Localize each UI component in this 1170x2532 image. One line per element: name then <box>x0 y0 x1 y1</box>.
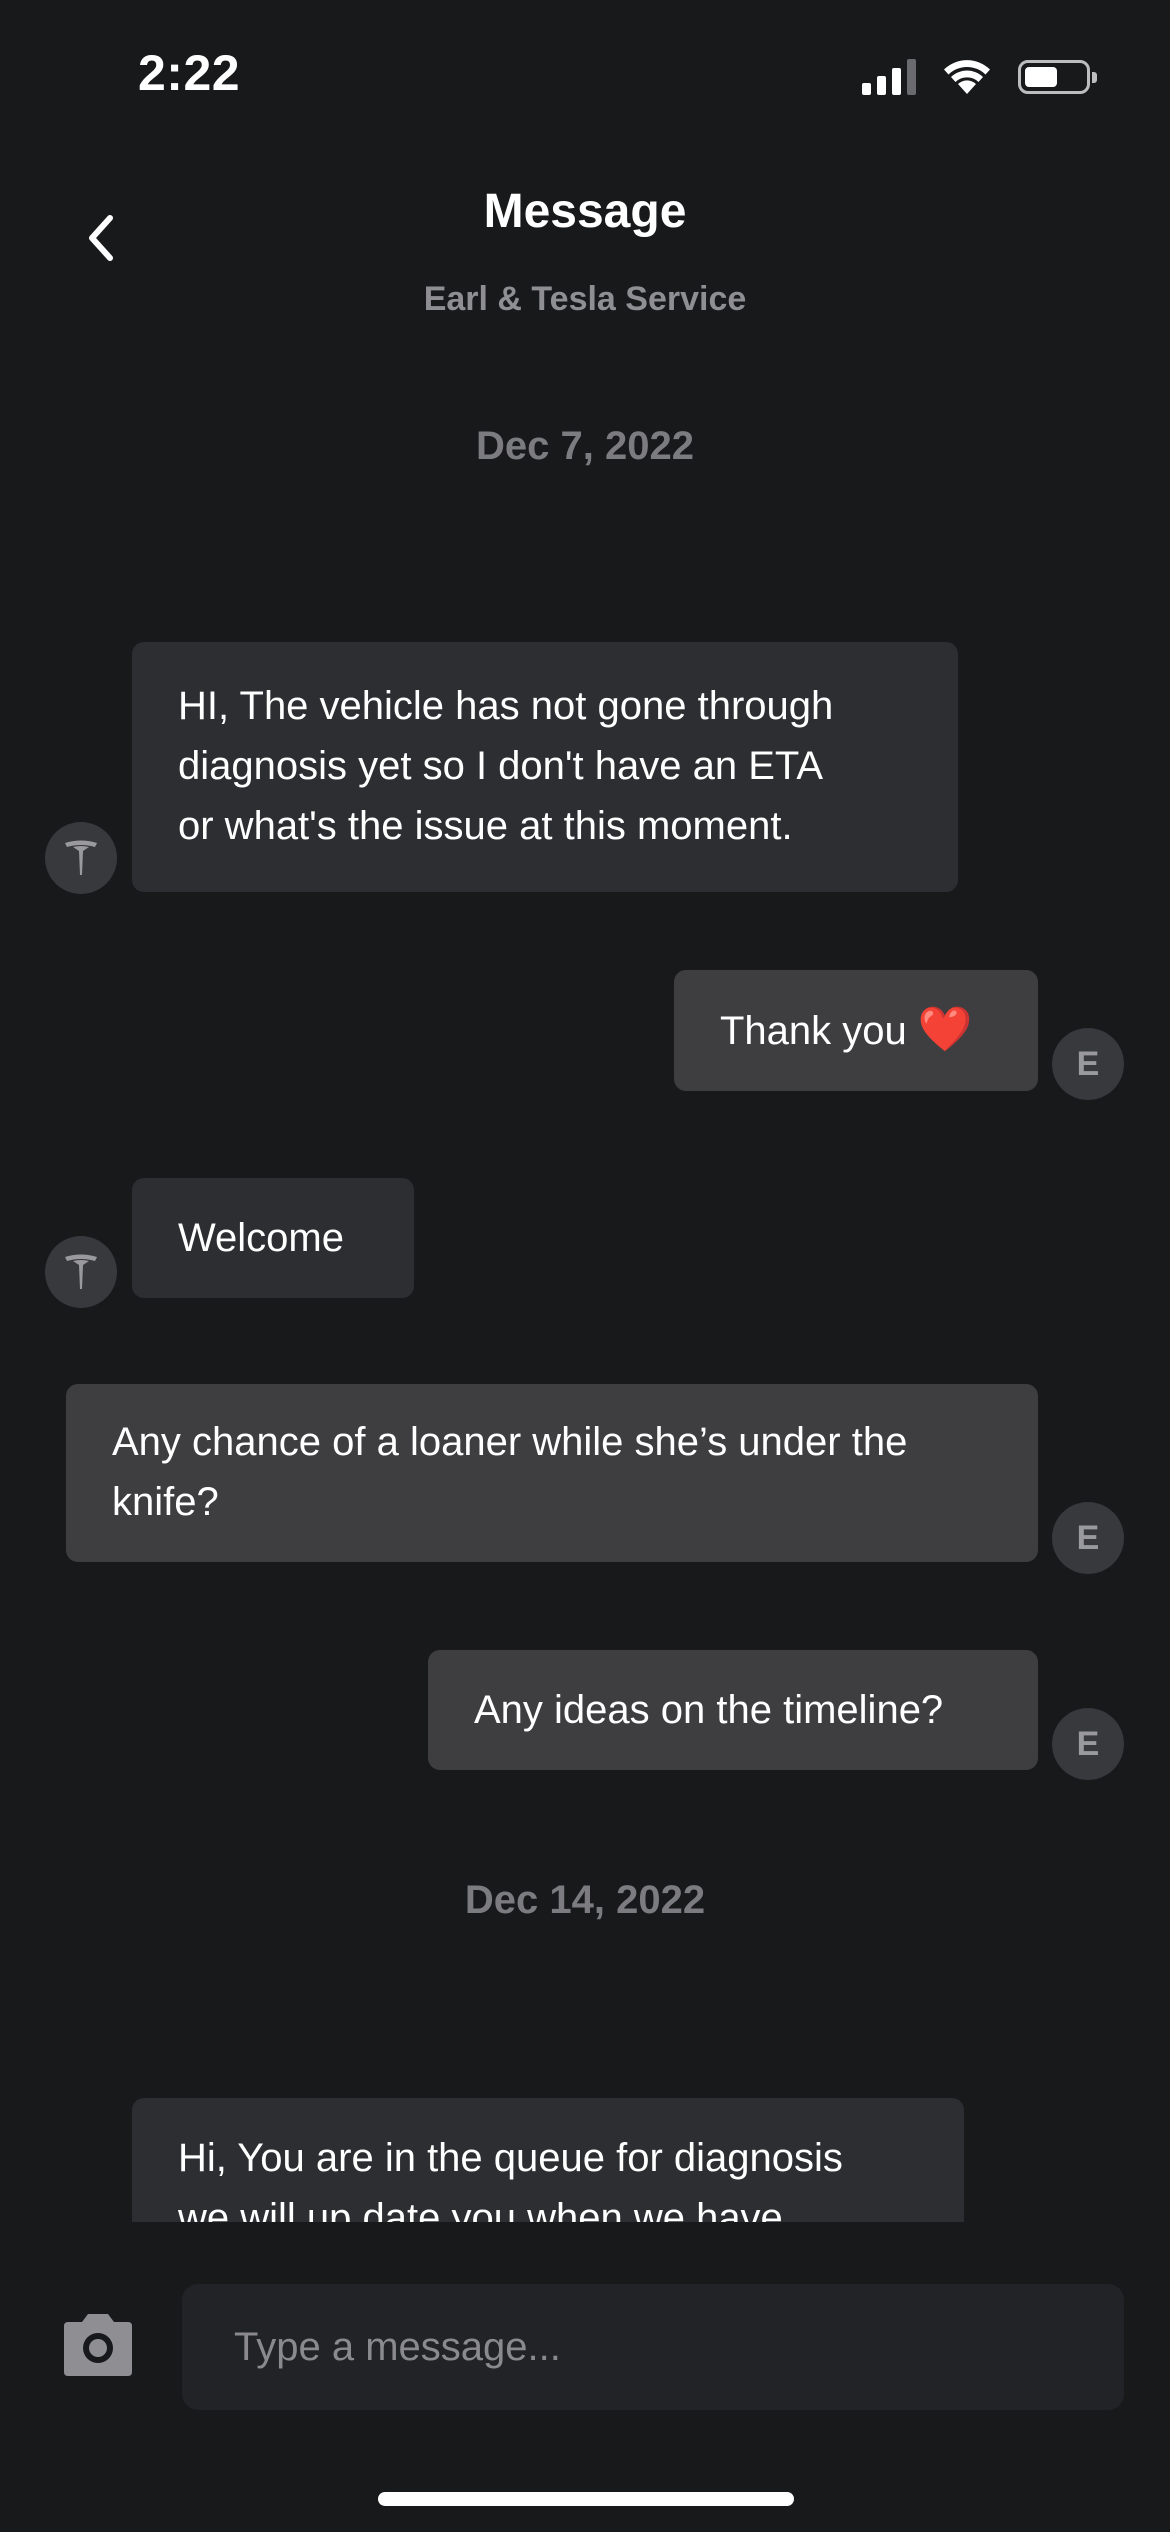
message-line: knife? <box>112 1480 219 1524</box>
service-avatar <box>45 822 117 894</box>
date-separator: Dec 14, 2022 <box>464 1878 706 1922</box>
outgoing-message-bubble: Any ideas on the timeline? <box>428 1650 1038 1770</box>
outgoing-message-bubble: Any chance of a loaner while she’s under… <box>66 1384 1038 1562</box>
incoming-message-bubble: HI, The vehicle has not gone through dia… <box>132 642 958 892</box>
message-line: diagnosis yet so I don't have an ETA <box>178 744 824 788</box>
service-avatar <box>45 1236 117 1308</box>
heart-emoji: ❤️ <box>917 1005 973 1054</box>
message-line: or what's the issue at this moment. <box>178 804 793 848</box>
camera-button[interactable] <box>58 2310 138 2380</box>
user-avatar: E <box>1052 1502 1124 1574</box>
message-text: Any ideas on the timeline? <box>474 1688 944 1732</box>
date-separator: Dec 7, 2022 <box>476 424 694 468</box>
outgoing-message-bubble: Thank you ❤️ <box>674 970 1038 1091</box>
user-avatar: E <box>1052 1708 1124 1780</box>
message-line: HI, The vehicle has not gone through <box>178 684 834 728</box>
message-text: Welcome <box>178 1216 344 1260</box>
camera-icon <box>64 2314 132 2376</box>
message-line: Any chance of a loaner while she’s under… <box>112 1420 908 1464</box>
message-text: Thank you <box>720 1009 907 1053</box>
message-list[interactable]: Dec 7, 2022 HI, The vehicle has not gone… <box>0 0 1170 2222</box>
tesla-logo-icon <box>65 840 97 875</box>
home-indicator[interactable] <box>378 2492 794 2506</box>
incoming-message-bubble: Hi, You are in the queue for diagnosis w… <box>132 2098 964 2222</box>
message-screen: 2:22 Message Earl & Tesla Service Dec 7,… <box>0 0 1170 2532</box>
message-input[interactable] <box>182 2284 1124 2410</box>
message-line: we will up date you when we have <box>178 2196 783 2222</box>
tesla-logo-icon <box>65 1254 97 1289</box>
incoming-message-bubble: Welcome <box>132 1178 414 1298</box>
user-avatar: E <box>1052 1028 1124 1100</box>
message-line: Hi, You are in the queue for diagnosis <box>178 2136 843 2180</box>
